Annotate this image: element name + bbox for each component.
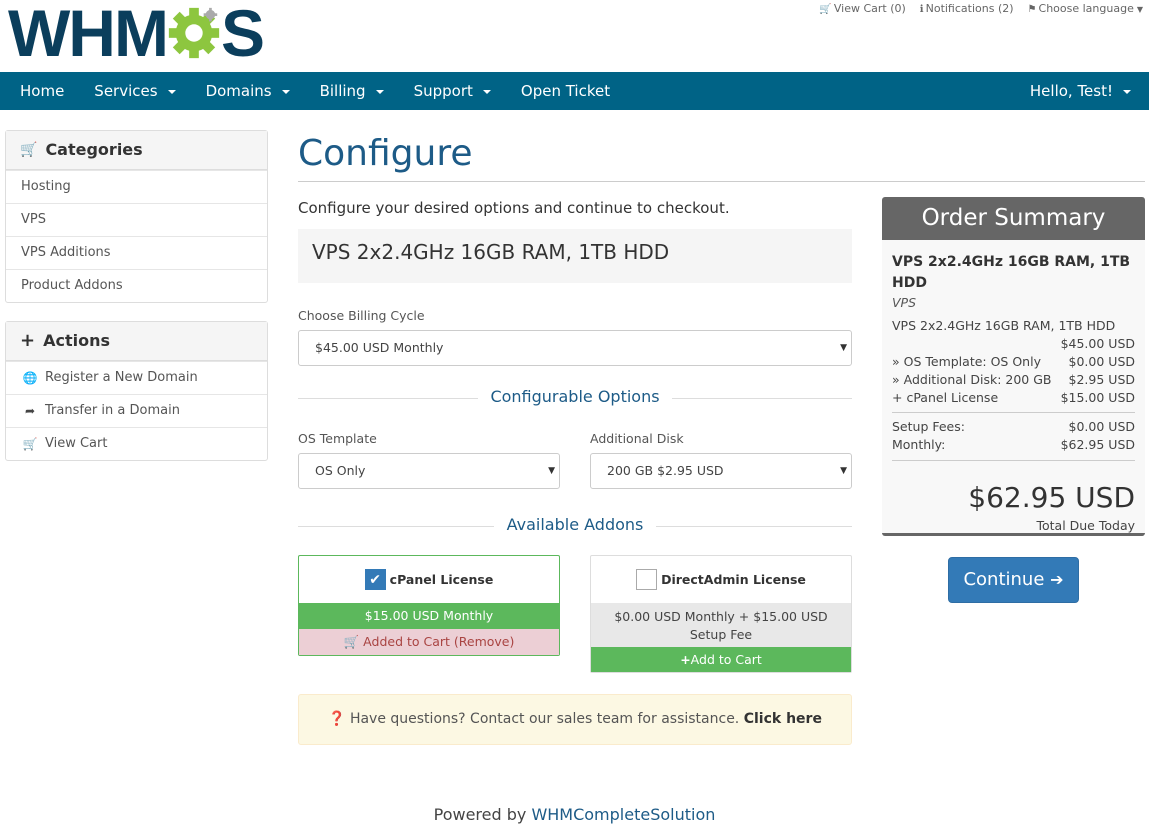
plus-icon: +	[680, 652, 691, 667]
select-arrow-icon: ▼	[548, 466, 555, 476]
notifications-link[interactable]: ℹ Notifications (2)	[920, 2, 1014, 15]
additional-disk-select[interactable]: 200 GB $2.95 USD ▼	[590, 453, 852, 489]
summary-product-name: VPS 2x2.4GHz 16GB RAM, 1TB HDD	[892, 254, 1131, 291]
arrow-circle-right-icon: ➔	[1050, 570, 1064, 589]
whmcs-logo[interactable]: WHM S	[8, 0, 265, 70]
available-addons-heading: Available Addons	[298, 515, 852, 534]
caret-down-icon	[281, 90, 290, 94]
actions-heading: + Actions	[6, 322, 267, 361]
addon-add-button[interactable]: +Add to Cart	[591, 647, 851, 672]
language-icon: ⚑	[1027, 4, 1037, 15]
question-circle-icon: ❓	[328, 711, 346, 727]
logo-text-right: S	[220, 0, 265, 70]
addon-checkbox-checked[interactable]: ✔	[364, 569, 386, 590]
footer-link[interactable]: WHMCompleteSolution	[531, 805, 715, 824]
summary-line-description: VPS 2x2.4GHz 16GB RAM, 1TB HDD	[892, 318, 1116, 333]
nav-user-menu[interactable]: Hello, Test!	[1015, 72, 1149, 110]
addon-cpanel-license[interactable]: ✔ cPanel License $15.00 USD Monthly 🛒 Ad…	[298, 555, 560, 656]
billing-cycle-label: Choose Billing Cycle	[298, 308, 425, 323]
category-vps-additions[interactable]: VPS Additions	[6, 236, 267, 269]
view-cart-link[interactable]: 🛒 View Cart (0)	[819, 2, 905, 15]
caret-down-icon: ▼	[1136, 5, 1143, 14]
caret-down-icon	[482, 90, 491, 94]
footer: Powered by WHMCompleteSolution	[433, 805, 716, 824]
summary-item: » OS Template: OS Only $0.00 USD	[892, 354, 1135, 369]
page-title: Configure	[298, 133, 473, 174]
summary-item: » Additional Disk: 200 GB $2.95 USD	[892, 372, 1135, 387]
summary-base-price: $45.00 USD	[1060, 336, 1135, 351]
additional-disk-label: Additional Disk	[590, 431, 684, 446]
os-template-select[interactable]: OS Only ▼	[298, 453, 560, 489]
summary-total: $62.95 USD	[968, 481, 1135, 514]
addon-checkbox-unchecked[interactable]	[636, 569, 658, 590]
caret-down-icon	[167, 90, 176, 94]
product-name-box: VPS 2x2.4GHz 16GB RAM, 1TB HDD	[298, 229, 852, 283]
continue-button[interactable]: Continue ➔	[948, 557, 1079, 603]
action-register-domain[interactable]: 🌐 Register a New Domain	[6, 361, 267, 394]
nav-domains[interactable]: Domains	[191, 72, 305, 110]
order-summary-title: Order Summary	[882, 197, 1145, 240]
main-navbar: Home Services Domains Billing Support Op…	[0, 72, 1149, 110]
addon-header[interactable]: ✔ cPanel License	[299, 556, 559, 603]
nav-open-ticket[interactable]: Open Ticket	[506, 72, 625, 110]
addon-price: $15.00 USD Monthly	[299, 603, 559, 629]
summary-setup-fees: Setup Fees: $0.00 USD	[892, 419, 1135, 434]
category-product-addons[interactable]: Product Addons	[6, 269, 267, 302]
check-icon: ✔	[369, 571, 382, 588]
summary-monthly: Monthly: $62.95 USD	[892, 437, 1135, 452]
nav-billing[interactable]: Billing	[305, 72, 399, 110]
summary-divider	[892, 412, 1135, 413]
select-arrow-icon: ▼	[840, 343, 847, 353]
addon-remove-button[interactable]: 🛒 Added to Cart (Remove)	[299, 629, 559, 655]
help-link[interactable]: Click here	[744, 711, 822, 727]
title-divider	[298, 181, 1145, 182]
summary-divider	[892, 460, 1135, 461]
category-hosting[interactable]: Hosting	[6, 170, 267, 203]
page-subtitle: Configure your desired options and conti…	[298, 199, 730, 217]
summary-total-label: Total Due Today	[1036, 518, 1135, 533]
cart-icon: 🛒	[343, 634, 360, 649]
info-icon: ℹ	[919, 4, 924, 15]
addon-directadmin-license[interactable]: DirectAdmin License $0.00 USD Monthly + …	[590, 555, 852, 673]
top-links: 🛒 View Cart (0) ℹ Notifications (2) ⚑ Choos…	[819, 2, 1143, 15]
actions-panel: + Actions 🌐 Register a New Domain ➦ Transfe…	[5, 321, 268, 461]
addon-header[interactable]: DirectAdmin License	[591, 556, 851, 603]
os-template-label: OS Template	[298, 431, 377, 446]
nav-home[interactable]: Home	[0, 72, 79, 110]
globe-icon: 🌐	[22, 371, 38, 385]
nav-services[interactable]: Services	[79, 72, 190, 110]
choose-language-link[interactable]: ⚑ Choose language ▼	[1028, 2, 1143, 15]
plus-icon: +	[20, 330, 36, 351]
summary-product-group: VPS	[892, 295, 917, 310]
action-transfer-domain[interactable]: ➦ Transfer in a Domain	[6, 394, 267, 427]
categories-panel: 🛒 Categories Hosting VPS VPS Additions Pr…	[5, 130, 268, 303]
categories-heading: 🛒 Categories	[6, 131, 267, 170]
nav-support[interactable]: Support	[399, 72, 506, 110]
billing-cycle-select[interactable]: $45.00 USD Monthly ▼	[298, 330, 852, 366]
caret-down-icon	[375, 90, 384, 94]
order-summary: Order Summary VPS 2x2.4GHz 16GB RAM, 1TB…	[882, 197, 1145, 536]
configurable-options-heading: Configurable Options	[298, 387, 852, 406]
share-arrow-icon: ➦	[24, 404, 36, 418]
help-box: ❓ Have questions? Contact our sales team…	[298, 694, 852, 745]
select-arrow-icon: ▼	[840, 466, 847, 476]
gear-logo-icon	[168, 7, 220, 59]
action-view-cart[interactable]: 🛒 View Cart	[6, 427, 267, 460]
logo-text-left: WHM	[8, 0, 169, 70]
caret-down-icon	[1123, 90, 1131, 94]
summary-item: + cPanel License $15.00 USD	[892, 390, 1135, 405]
cart-icon: 🛒	[20, 142, 38, 158]
cart-icon: 🛒	[819, 4, 832, 15]
category-vps[interactable]: VPS	[6, 203, 267, 236]
addon-price: $0.00 USD Monthly + $15.00 USD Setup Fee	[591, 603, 851, 647]
cart-icon: 🛒	[22, 437, 38, 451]
